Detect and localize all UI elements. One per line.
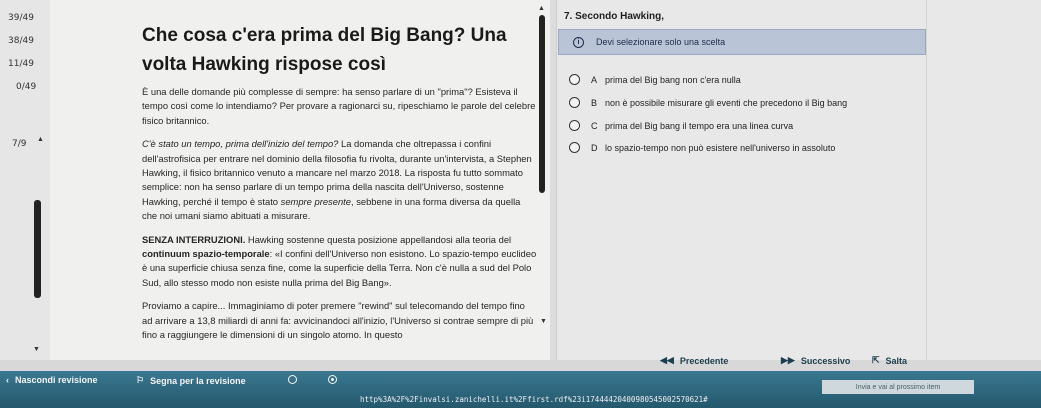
notice-text: Devi selezionare solo una scelta [596, 37, 726, 47]
exit-label: Salta [885, 355, 908, 366]
pane-divider [926, 0, 927, 360]
option-letter: A [591, 74, 598, 85]
option-a[interactable]: A prima del Big bang non c'era nulla [569, 74, 741, 85]
exit-button[interactable]: ⇱ Salta [872, 355, 907, 366]
option-text: lo spazio-tempo non può esistere nell'un… [605, 142, 836, 153]
hide-review-label: Nascondi revisione [15, 375, 98, 385]
progress-item[interactable]: 38/49 [8, 36, 34, 46]
next-label: Successivo [800, 355, 851, 366]
option-d[interactable]: D lo spazio-tempo non può esistere nell'… [569, 142, 835, 153]
mark-review-label: Segna per la revisione [150, 375, 246, 386]
progress-column: 39/49 38/49 11/49 0/49 7/9 ▲ ▼ [0, 0, 50, 360]
option-text: prima del Big bang non c'era nulla [605, 74, 741, 85]
status-url: http%3A%2F%2Finvalsi.zanichelli.it%2Ffir… [360, 395, 708, 404]
flag-icon: ⚐ [136, 375, 145, 385]
article-title: Che cosa c'era prima del Big Bang? Una v… [142, 25, 507, 75]
progress-item[interactable]: 39/49 [8, 13, 34, 23]
previous-button[interactable]: ◀◀ Precedente [660, 355, 728, 366]
option-text: prima del Big bang il tempo era una line… [605, 120, 794, 131]
mark-review-button[interactable]: ⚐ Segna per la revisione [136, 375, 246, 386]
clock-icon[interactable] [288, 375, 297, 384]
left-scroll-thumb[interactable] [34, 200, 41, 298]
scroll-down-icon[interactable]: ▼ [540, 318, 547, 325]
next-button[interactable]: ▶▶ Successivo [781, 355, 850, 366]
article-body: È una delle domande più complesse di sem… [142, 85, 537, 352]
radio-button[interactable] [569, 120, 580, 131]
rewind-icon: ◀◀ [660, 355, 674, 365]
info-icon: i [573, 36, 584, 48]
reading-pane: Che cosa c'era prima del Big Bang? Una v… [50, 0, 550, 360]
option-c[interactable]: C prima del Big bang il tempo era una li… [569, 120, 793, 131]
question-pane: 7. Secondo Hawking, i Devi selezionare s… [556, 0, 1041, 360]
progress-item[interactable]: 0/49 [16, 82, 36, 92]
article-paragraph: SENZA INTERRUZIONI. Hawking sostenne que… [142, 233, 537, 291]
article-paragraph: Proviamo a capire... Immaginiamo di pote… [142, 300, 534, 341]
submit-hint[interactable]: Invia e vai al prossimo item [822, 380, 974, 394]
scroll-down-icon[interactable]: ▼ [33, 346, 40, 353]
option-letter: C [591, 120, 598, 131]
pane-divider [556, 0, 557, 360]
option-letter: D [591, 142, 598, 153]
article-paragraph: C'è stato un tempo, prima dell'inizio de… [142, 137, 537, 223]
bottom-toolbar: ◀◀ Precedente ▶▶ Successivo ⇱ Salta ‹ Na… [0, 355, 1041, 408]
chevron-left-icon: ‹ [6, 375, 9, 385]
progress-item[interactable]: 11/49 [8, 59, 34, 69]
option-letter: B [591, 97, 598, 108]
reading-scroll-thumb[interactable] [539, 15, 545, 193]
selection-notice: i Devi selezionare solo una scelta [558, 29, 926, 55]
progress-item[interactable]: 7/9 [12, 139, 26, 149]
exit-icon: ⇱ [872, 355, 880, 365]
previous-label: Precedente [679, 355, 729, 366]
hide-review-button[interactable]: ‹ Nascondi revisione [6, 375, 98, 385]
fast-forward-icon: ▶▶ [781, 355, 795, 365]
target-icon[interactable] [328, 375, 337, 384]
radio-button[interactable] [569, 74, 580, 85]
italic-text: sempre presente [280, 195, 351, 207]
scroll-up-icon[interactable]: ▲ [538, 5, 545, 12]
reading-scrollbar[interactable]: ▲ ▼ [538, 5, 547, 340]
radio-button[interactable] [569, 142, 580, 153]
italic-text: C'è stato un tempo, prima dell'inizio de… [142, 138, 339, 150]
article-intro: È una delle domande più complesse di sem… [142, 86, 536, 126]
question-title: 7. Secondo Hawking, [564, 11, 665, 22]
option-text: non è possibile misurare gli eventi che … [605, 97, 848, 108]
section-heading: SENZA INTERRUZIONI. [142, 233, 246, 245]
left-scrollbar[interactable]: ▼ [33, 128, 41, 353]
radio-button[interactable] [569, 97, 580, 108]
option-b[interactable]: B non è possibile misurare gli eventi ch… [569, 97, 847, 108]
bold-term: continuum spazio-temporale [142, 248, 270, 260]
paragraph-text: Hawking sostenne questa posizione appell… [245, 233, 512, 245]
